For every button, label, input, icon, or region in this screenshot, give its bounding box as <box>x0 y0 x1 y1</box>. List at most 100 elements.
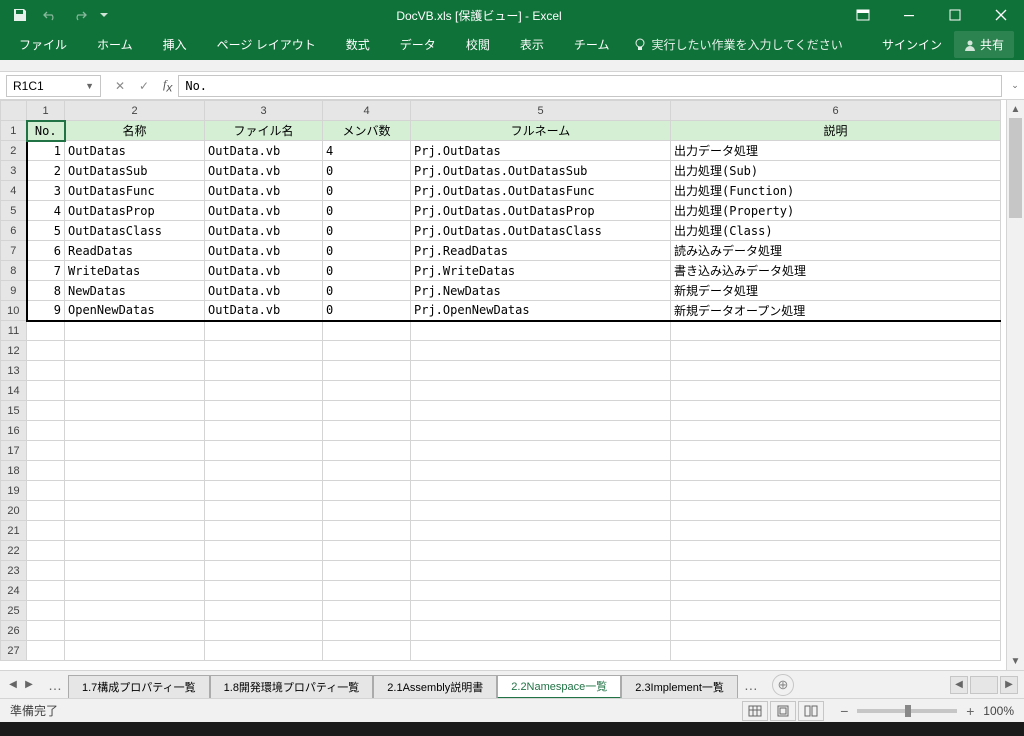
hscroll-left-button[interactable]: ◀ <box>950 676 968 694</box>
cell[interactable] <box>323 341 411 361</box>
row-header[interactable]: 4 <box>1 181 27 201</box>
tab-nav-next-button[interactable]: ▶ <box>22 675 36 695</box>
cell[interactable]: OutData.vb <box>205 261 323 281</box>
cell[interactable]: OutData.vb <box>205 141 323 161</box>
row-header[interactable]: 22 <box>1 541 27 561</box>
row-header[interactable]: 8 <box>1 261 27 281</box>
cell[interactable] <box>65 421 205 441</box>
cell[interactable]: OutDatasSub <box>65 161 205 181</box>
cell-header-desc[interactable]: 説明 <box>671 121 1001 141</box>
cell[interactable] <box>323 441 411 461</box>
row-header[interactable]: 1 <box>1 121 27 141</box>
cell[interactable] <box>323 481 411 501</box>
cell[interactable] <box>411 541 671 561</box>
cell[interactable] <box>65 341 205 361</box>
cell[interactable] <box>411 421 671 441</box>
row-header[interactable]: 6 <box>1 221 27 241</box>
cell[interactable]: OutData.vb <box>205 301 323 321</box>
cell[interactable]: Prj.OutDatas <box>411 141 671 161</box>
insert-function-button[interactable]: fx <box>163 77 172 94</box>
tab-pagelayout[interactable]: ページ レイアウト <box>202 29 331 60</box>
cell-header-members[interactable]: メンバ数 <box>323 121 411 141</box>
cell[interactable] <box>65 541 205 561</box>
cell[interactable]: Prj.OutDatas.OutDatasClass <box>411 221 671 241</box>
cell[interactable]: 4 <box>323 141 411 161</box>
row-header[interactable]: 9 <box>1 281 27 301</box>
cell-header-no[interactable]: No. <box>27 121 65 141</box>
row-header[interactable]: 18 <box>1 461 27 481</box>
cell[interactable] <box>65 581 205 601</box>
cell[interactable]: OutDatasFunc <box>65 181 205 201</box>
cell-header-fullname[interactable]: フルネーム <box>411 121 671 141</box>
cell[interactable]: 9 <box>27 301 65 321</box>
row-header[interactable]: 25 <box>1 601 27 621</box>
cell[interactable] <box>27 421 65 441</box>
cell[interactable]: OutData.vb <box>205 181 323 201</box>
cell-header-file[interactable]: ファイル名 <box>205 121 323 141</box>
cell[interactable] <box>65 521 205 541</box>
cell[interactable] <box>27 441 65 461</box>
sheet-tab[interactable]: 1.7構成プロパティ一覧 <box>68 675 210 699</box>
cell[interactable]: 新規データオープン処理 <box>671 301 1001 321</box>
enter-formula-button[interactable]: ✓ <box>133 75 155 97</box>
cell[interactable]: Prj.WriteDatas <box>411 261 671 281</box>
cell[interactable] <box>671 621 1001 641</box>
cell[interactable] <box>323 521 411 541</box>
name-box-input[interactable] <box>13 79 73 93</box>
row-header[interactable]: 10 <box>1 301 27 321</box>
cell[interactable]: NewDatas <box>65 281 205 301</box>
cell[interactable]: OutData.vb <box>205 281 323 301</box>
zoom-in-button[interactable]: + <box>963 703 977 719</box>
row-header[interactable]: 14 <box>1 381 27 401</box>
cell[interactable] <box>205 641 323 661</box>
hscroll-track[interactable] <box>970 676 998 694</box>
tab-view[interactable]: 表示 <box>505 29 559 60</box>
cell[interactable] <box>205 581 323 601</box>
cell[interactable]: 2 <box>27 161 65 181</box>
view-normal-button[interactable] <box>742 701 768 721</box>
row-header[interactable]: 12 <box>1 341 27 361</box>
cell[interactable] <box>323 561 411 581</box>
cell[interactable] <box>671 521 1001 541</box>
cell[interactable] <box>411 441 671 461</box>
zoom-slider[interactable] <box>857 709 957 713</box>
cell[interactable] <box>27 581 65 601</box>
cell[interactable]: Prj.OutDatas.OutDatasProp <box>411 201 671 221</box>
cell[interactable] <box>27 521 65 541</box>
cell[interactable] <box>27 361 65 381</box>
cell[interactable] <box>411 481 671 501</box>
row-header[interactable]: 15 <box>1 401 27 421</box>
row-header[interactable]: 2 <box>1 141 27 161</box>
row-header[interactable]: 19 <box>1 481 27 501</box>
cell[interactable] <box>65 441 205 461</box>
cell[interactable]: 3 <box>27 181 65 201</box>
cell[interactable]: OutDatasClass <box>65 221 205 241</box>
sheet-tab[interactable]: 2.3Implement一覧 <box>621 675 738 699</box>
cell[interactable]: 0 <box>323 241 411 261</box>
cell[interactable] <box>27 321 65 341</box>
row-header[interactable]: 5 <box>1 201 27 221</box>
vertical-scrollbar[interactable]: ▲ ▼ <box>1006 100 1024 670</box>
sheet-tab[interactable]: 2.2Namespace一覧 <box>497 675 621 699</box>
row-header[interactable]: 24 <box>1 581 27 601</box>
row-header[interactable]: 20 <box>1 501 27 521</box>
cell[interactable] <box>65 321 205 341</box>
cell[interactable] <box>27 541 65 561</box>
tab-home[interactable]: ホーム <box>82 29 148 60</box>
cell[interactable] <box>671 401 1001 421</box>
cell[interactable] <box>671 601 1001 621</box>
cell[interactable]: 新規データ処理 <box>671 281 1001 301</box>
tab-nav-prev-button[interactable]: ◀ <box>6 675 20 695</box>
cell[interactable] <box>65 361 205 381</box>
cell[interactable] <box>205 341 323 361</box>
cell[interactable]: Prj.OpenNewDatas <box>411 301 671 321</box>
row-header[interactable]: 7 <box>1 241 27 261</box>
cell[interactable] <box>323 361 411 381</box>
cell[interactable] <box>323 421 411 441</box>
cell[interactable]: OutData.vb <box>205 161 323 181</box>
cell[interactable] <box>205 361 323 381</box>
cell[interactable]: OutData.vb <box>205 221 323 241</box>
cell[interactable] <box>205 321 323 341</box>
redo-button[interactable] <box>66 2 94 28</box>
cell[interactable]: Prj.NewDatas <box>411 281 671 301</box>
